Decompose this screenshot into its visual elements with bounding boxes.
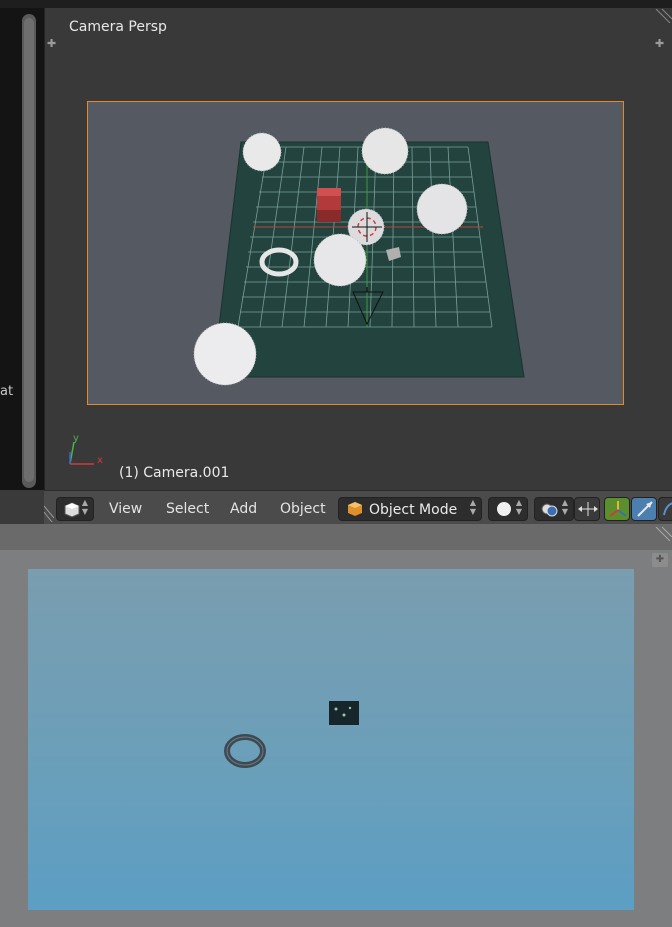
header-collapse-icon[interactable] xyxy=(43,498,55,523)
manipulator-toggle[interactable] xyxy=(574,497,600,521)
rotate-toggle[interactable] xyxy=(631,497,657,521)
viewport-title: Camera Persp xyxy=(69,19,167,35)
editor-type-icon xyxy=(64,502,80,518)
render-drawing xyxy=(224,701,359,768)
menu-add[interactable]: Add xyxy=(230,497,257,521)
scale-icon xyxy=(663,502,672,516)
corner-plus-icon[interactable]: ✚ xyxy=(47,37,56,50)
translate-toggle[interactable] xyxy=(604,497,630,521)
bottom-plus-icon[interactable]: ✚ xyxy=(652,553,668,567)
mode-label: Object Mode xyxy=(369,502,458,518)
render-preview xyxy=(28,569,634,910)
svg-text:x: x xyxy=(97,455,103,466)
mode-select[interactable]: Object Mode ▲ ▼ xyxy=(338,497,482,521)
camera-frame xyxy=(87,101,624,405)
active-object-label: (1) Camera.001 xyxy=(119,465,230,481)
corner-plus-icon-right[interactable]: ✚ xyxy=(655,37,664,50)
scene-drawing xyxy=(193,127,525,386)
menu-object[interactable]: Object xyxy=(280,497,326,521)
menu-view[interactable]: View xyxy=(109,497,142,521)
editor-type-button[interactable]: ▲ ▼ xyxy=(56,497,94,521)
rotate-icon xyxy=(637,501,653,517)
menu-select[interactable]: Select xyxy=(166,497,209,521)
bottom-area-header xyxy=(0,524,672,550)
area-split-corner[interactable] xyxy=(650,8,672,24)
left-panel-text: at xyxy=(0,384,14,399)
scrollbar-thumb[interactable] xyxy=(24,18,34,482)
manipulator-icon xyxy=(578,502,598,516)
left-scrollbar[interactable] xyxy=(22,14,36,488)
scale-toggle[interactable] xyxy=(658,497,672,521)
overlay-icon xyxy=(541,503,558,517)
area-split-corner-bottom[interactable] xyxy=(650,526,672,542)
mode-cube-icon xyxy=(348,502,362,516)
red-cube xyxy=(317,188,341,222)
pivot-select[interactable]: ▲ ▼ xyxy=(534,497,574,521)
rendered-camera-object xyxy=(329,701,359,725)
svg-text:y: y xyxy=(73,433,79,444)
shading-sphere-icon xyxy=(497,502,511,516)
translate-icon xyxy=(609,501,627,517)
shading-select[interactable]: ▲ ▼ xyxy=(488,497,528,521)
axis-gizmo-icon: x y xyxy=(64,432,108,472)
left-panel xyxy=(0,8,44,490)
